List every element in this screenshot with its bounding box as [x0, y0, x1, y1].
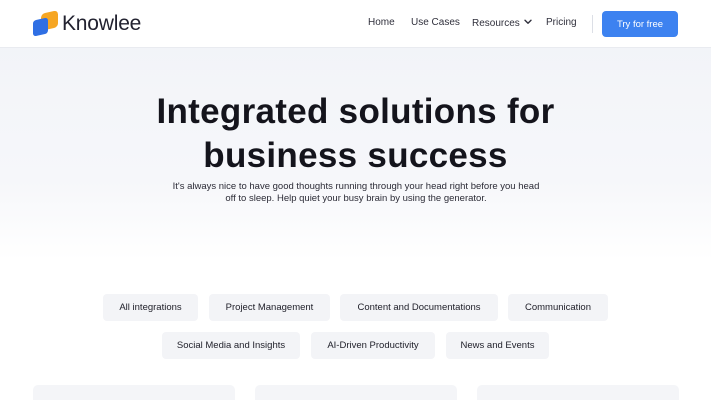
- filter-news-events[interactable]: News and Events: [446, 332, 549, 359]
- filter-ai-driven-productivity[interactable]: AI-Driven Productivity: [311, 332, 435, 359]
- nav-use-cases[interactable]: Use Cases: [411, 17, 460, 28]
- try-for-free-button[interactable]: Try for free: [602, 11, 678, 37]
- site-header: Knowlee Home Use Cases Resources Pricing…: [0, 0, 711, 48]
- subtitle-line-2: off to sleep. Help quiet your busy brain…: [225, 193, 487, 204]
- brand-name: Knowlee: [62, 12, 142, 35]
- filter-social-media-insights[interactable]: Social Media and Insights: [162, 332, 300, 359]
- page-title: Integrated solutions for business succes…: [0, 90, 711, 178]
- filter-project-management[interactable]: Project Management: [209, 294, 330, 321]
- nav-pricing[interactable]: Pricing: [546, 17, 577, 28]
- filter-content-documentations[interactable]: Content and Documentations: [340, 294, 498, 321]
- filter-all-integrations[interactable]: All integrations: [103, 294, 198, 321]
- integration-card[interactable]: [33, 385, 235, 400]
- integration-card[interactable]: [255, 385, 457, 400]
- brand-logo[interactable]: Knowlee: [33, 10, 142, 37]
- nav-resources-label: Resources: [472, 18, 520, 29]
- hero-subtitle: It's always nice to have good thoughts r…: [166, 181, 546, 205]
- nav-home[interactable]: Home: [368, 17, 395, 28]
- subtitle-line-1: It's always nice to have good thoughts r…: [172, 181, 540, 192]
- title-line-1: Integrated solutions for: [156, 92, 555, 131]
- logo-icon: [33, 10, 59, 37]
- title-line-2: business success: [203, 136, 508, 175]
- filter-communication[interactable]: Communication: [508, 294, 608, 321]
- nav-divider: [592, 15, 593, 33]
- integration-card[interactable]: [477, 385, 679, 400]
- nav-resources[interactable]: Resources: [472, 17, 532, 29]
- chevron-down-icon: [524, 17, 532, 28]
